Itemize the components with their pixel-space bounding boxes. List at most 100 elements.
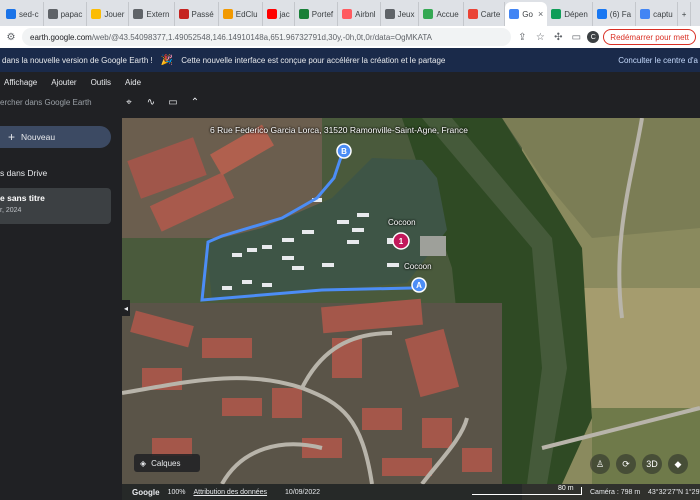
browser-tab[interactable]: papac <box>44 2 88 26</box>
help-center-link[interactable]: Conculter le centre d'a <box>618 48 700 72</box>
collapse-toolbar-icon[interactable]: ⌃ <box>184 93 206 111</box>
menu-view[interactable]: Affichage <box>4 78 37 87</box>
tab-label: Carte <box>480 9 501 19</box>
plus-icon: + <box>8 130 16 144</box>
map-view[interactable]: 6 Rue Federico Garcia Lorca, 31520 Ramon… <box>122 118 700 500</box>
coordinates: 43°32'27"N 1°29' <box>648 488 700 496</box>
browser-tab[interactable]: (6) Fa <box>593 2 637 26</box>
zoom-level: 100% <box>167 488 186 496</box>
tab-label: Dépen <box>564 9 588 19</box>
doc-icon <box>6 9 16 19</box>
tab-label: Portef <box>311 9 334 19</box>
tab-label: Passé <box>191 9 214 19</box>
scale-label: 80 m <box>558 485 574 492</box>
drive-icon <box>423 9 434 19</box>
search-toolbar: ercher dans Google Earth ⌖ ∿ ▭ ⌃ <box>0 92 700 112</box>
browser-tab[interactable]: Portef <box>295 2 339 26</box>
doc-icon <box>47 9 58 19</box>
pacman-icon <box>91 9 102 19</box>
tab-label: Airbnl <box>355 9 376 19</box>
data-attribution-link[interactable]: Attribution des données <box>193 489 267 496</box>
browser-tab[interactable]: Extern <box>129 2 175 26</box>
browser-tab[interactable]: Dépen <box>547 2 593 26</box>
restart-button[interactable]: Redémarrer pour mett <box>603 29 696 45</box>
project-title: e sans titre <box>0 193 45 203</box>
poi-label[interactable]: Cocoon <box>404 262 432 271</box>
menu-help[interactable]: Aide <box>125 78 141 87</box>
earth-icon <box>509 9 520 19</box>
tab-strip: sed-c papac Jouer Extern Passé EdClu jac Portef… <box>0 0 700 26</box>
camera-altitude: Caméra : 798 m <box>590 488 641 496</box>
tab-label: Go <box>522 9 533 19</box>
browser-tab[interactable]: Go × <box>505 2 548 26</box>
tab-label: captu <box>653 9 673 19</box>
tab-label: EdClu <box>235 9 258 19</box>
maps-icon <box>467 9 478 19</box>
pegman-icon[interactable]: ♙ <box>590 454 610 474</box>
edclub-icon <box>222 9 233 19</box>
drive-section-title: s dans Drive <box>0 168 48 178</box>
rotate-icon[interactable]: ⟳ <box>616 454 636 474</box>
left-panel: + Nouveau s dans Drive e sans titre r, 2… <box>0 112 122 500</box>
poi-label[interactable]: Cocoon <box>388 218 416 227</box>
bookmark-star-icon[interactable]: ☆ <box>533 30 547 44</box>
browser-tab[interactable]: Accue <box>419 2 464 26</box>
tab-label: Jouer <box>104 9 125 19</box>
v-icon <box>298 9 309 19</box>
placemark-icon[interactable]: ⌖ <box>118 93 140 111</box>
project-card[interactable]: e sans titre r, 2024 <box>0 188 111 224</box>
youtube-icon <box>266 9 277 19</box>
layers-icon: ◈ <box>140 458 147 468</box>
puzzle-icon <box>178 9 189 19</box>
address-label: 6 Rue Federico Garcia Lorca, 31520 Ramon… <box>210 125 468 135</box>
lock-icon <box>384 9 395 19</box>
menu-add[interactable]: Ajouter <box>51 78 76 87</box>
profile-avatar[interactable]: C <box>587 31 600 43</box>
new-tab-icon[interactable]: + <box>678 2 692 26</box>
globe-icon <box>133 9 144 19</box>
browser-tab[interactable]: sed-c <box>2 2 44 26</box>
project-date: r, 2024 <box>0 207 22 214</box>
browser-tab[interactable]: Passé <box>175 2 219 26</box>
toggle-3d-button[interactable]: 3D <box>642 454 662 474</box>
imagery-date: 10/09/2022 <box>285 488 321 496</box>
layers-label: Calques <box>151 458 181 468</box>
menu-bar: Affichage Ajouter Outils Aide <box>0 72 700 92</box>
google-logo: Google <box>132 487 160 497</box>
tab-label: Jeux <box>397 9 415 19</box>
browser-tab[interactable]: Jouer <box>87 2 130 26</box>
sheets-icon <box>551 9 562 19</box>
satellite-imagery <box>122 118 700 500</box>
notice-banner: dans la nouvelle version de Google Earth… <box>0 48 700 72</box>
compass-icon[interactable]: ◆ <box>668 454 688 474</box>
tab-label: papac <box>60 9 83 19</box>
airbnb-icon <box>342 9 353 19</box>
layers-button[interactable]: ◈ Calques <box>134 454 200 472</box>
collapse-panel-icon[interactable]: ◂ <box>122 300 130 316</box>
browser-tab[interactable]: Jeux <box>381 2 420 26</box>
site-info-icon[interactable]: ⚙ <box>4 30 18 44</box>
path-icon[interactable]: ∿ <box>140 93 162 111</box>
url-field[interactable]: earth.google.com/web/@43.54098377,1.4905… <box>22 28 512 46</box>
new-project-button[interactable]: + Nouveau <box>0 126 111 148</box>
tab-label: sed-c <box>19 9 39 19</box>
browser-tab[interactable]: Carte <box>464 2 506 26</box>
tab-label: Extern <box>146 9 170 19</box>
google-icon <box>640 9 651 19</box>
browser-tab[interactable]: EdClu <box>219 2 263 26</box>
extensions-icon[interactable]: ✣ <box>551 30 565 44</box>
url-domain: earth.google.com <box>30 32 92 42</box>
ruler-icon[interactable]: ▭ <box>162 93 184 111</box>
close-tab-icon[interactable]: × <box>538 9 543 19</box>
share-icon[interactable]: ⇪ <box>515 30 529 44</box>
browser-tab[interactable]: captu <box>636 2 678 26</box>
browser-tab[interactable]: jac <box>263 2 295 26</box>
search-input[interactable]: ercher dans Google Earth <box>0 93 118 111</box>
sidebar-icon[interactable]: ▭ <box>569 30 583 44</box>
new-project-label: Nouveau <box>21 132 56 142</box>
browser-tab[interactable]: Airbnl <box>338 2 381 26</box>
tab-label: jac <box>279 9 290 19</box>
menu-tools[interactable]: Outils <box>91 78 111 87</box>
banner-text: dans la nouvelle version de Google Earth… <box>2 55 153 65</box>
url-path: /web/@43.54098377,1.49052548,146.1491014… <box>91 32 432 42</box>
